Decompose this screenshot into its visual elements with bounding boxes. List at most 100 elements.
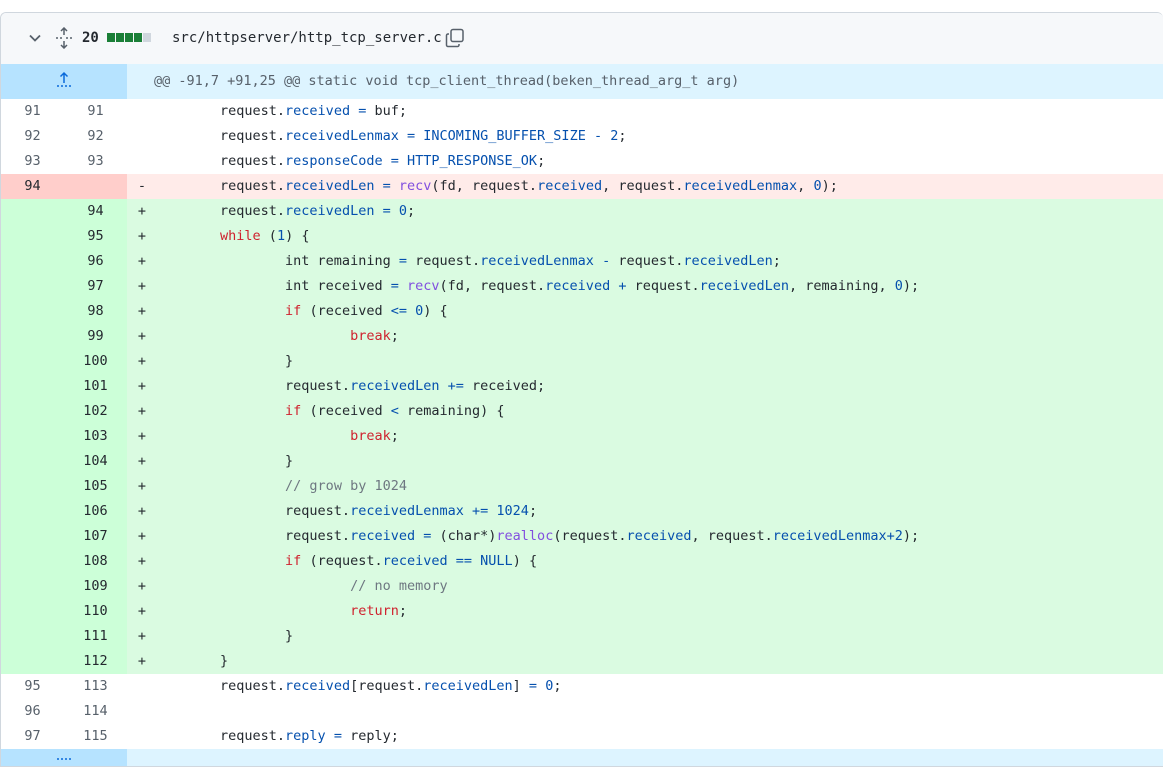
old-line-number[interactable] (1, 524, 64, 549)
old-line-number[interactable] (1, 199, 64, 224)
new-line-number[interactable]: 105 (64, 474, 127, 499)
added-line: 103 + break; (1, 424, 1163, 449)
old-line-number[interactable] (1, 224, 64, 249)
code-text: request.receivedLenmax = INCOMING_BUFFER… (155, 128, 627, 144)
old-line-number[interactable]: 97 (1, 724, 64, 749)
code-text: break; (350, 428, 399, 444)
added-line: 96 + int remaining = request.receivedLenm… (1, 249, 1163, 274)
expand-up-button[interactable] (1, 64, 127, 99)
new-line-number[interactable]: 99 (64, 324, 127, 349)
added-line: 107 + request.received = (char*)realloc(r… (1, 524, 1163, 549)
new-line-number[interactable]: 97 (64, 274, 127, 299)
code-text: request.receivedLenmax += 1024; (155, 503, 538, 519)
added-line: 111 + } (1, 624, 1163, 649)
added-line: 106 + request.receivedLenmax += 1024; (1, 499, 1163, 524)
new-line-number[interactable]: 92 (64, 124, 127, 149)
new-line-number[interactable]: 102 (64, 399, 127, 424)
new-line-number[interactable]: 113 (64, 674, 127, 699)
code-text: request.receivedLen = 0; (155, 203, 416, 219)
old-line-number[interactable] (1, 599, 64, 624)
diff-marker: + (137, 303, 147, 319)
new-line-number[interactable]: 103 (64, 424, 127, 449)
new-line-number[interactable] (64, 174, 127, 199)
new-line-number[interactable]: 98 (64, 299, 127, 324)
new-line-number[interactable]: 108 (64, 549, 127, 574)
old-line-number[interactable] (1, 649, 64, 674)
code-text: request.received = buf; (155, 103, 407, 119)
new-line-number[interactable]: 93 (64, 149, 127, 174)
code-text: if (received < remaining) { (285, 403, 505, 419)
code-text: request.receivedLen += received; (155, 378, 546, 394)
diff-marker: + (137, 603, 147, 619)
new-line-number[interactable]: 111 (64, 624, 127, 649)
chevron-down-icon[interactable] (28, 31, 42, 45)
diff-marker: + (137, 328, 147, 344)
new-line-number[interactable]: 110 (64, 599, 127, 624)
old-line-number[interactable]: 91 (1, 99, 64, 124)
old-line-number[interactable]: 92 (1, 124, 64, 149)
old-line-number[interactable]: 95 (1, 674, 64, 699)
old-line-number[interactable] (1, 474, 64, 499)
added-line: 109 + // no memory (1, 574, 1163, 599)
old-line-number[interactable] (1, 624, 64, 649)
code-text: break; (350, 328, 399, 344)
old-line-number[interactable] (1, 499, 64, 524)
diff-marker: + (137, 553, 147, 569)
added-line: 104 + } (1, 449, 1163, 474)
added-line: 101 + request.receivedLen += received; (1, 374, 1163, 399)
old-line-number[interactable]: 93 (1, 149, 64, 174)
diffstat-square (107, 33, 115, 42)
new-line-number[interactable]: 115 (64, 724, 127, 749)
code-text: if (received <= 0) { (285, 303, 448, 319)
old-line-number[interactable] (1, 299, 64, 324)
old-line-number[interactable] (1, 274, 64, 299)
expand-up-icon (57, 71, 71, 87)
old-line-number[interactable] (1, 424, 64, 449)
new-line-number[interactable]: 95 (64, 224, 127, 249)
diff-marker: + (137, 503, 147, 519)
diff-marker: + (137, 353, 147, 369)
diff-file: 20 src/httpserver/http_tcp_server.c @@ -… (0, 12, 1163, 767)
expand-down-button[interactable] (1, 749, 127, 766)
code-text: } (155, 653, 229, 669)
code-text: } (155, 453, 294, 469)
new-line-number[interactable]: 112 (64, 649, 127, 674)
old-line-number[interactable] (1, 349, 64, 374)
new-line-number[interactable]: 101 (64, 374, 127, 399)
file-path[interactable]: src/httpserver/http_tcp_server.c (172, 30, 442, 46)
added-line: 98 + if (received <= 0) { (1, 299, 1163, 324)
old-line-number[interactable]: 96 (1, 699, 64, 724)
expand-down-icon (57, 758, 71, 760)
new-line-number[interactable]: 107 (64, 524, 127, 549)
diffstat-square (143, 33, 151, 42)
diff-marker: + (137, 253, 147, 269)
copy-icon[interactable] (445, 28, 465, 48)
expand-all-icon[interactable] (55, 27, 73, 49)
diff-marker: + (137, 378, 147, 394)
old-line-number[interactable] (1, 574, 64, 599)
context-line: 96 114 (1, 699, 1163, 724)
new-line-number[interactable]: 104 (64, 449, 127, 474)
new-line-number[interactable]: 91 (64, 99, 127, 124)
hunk-header: @@ -91,7 +91,25 @@ static void tcp_clien… (1, 64, 1163, 99)
old-line-number[interactable]: 94 (1, 174, 64, 199)
new-line-number[interactable]: 100 (64, 349, 127, 374)
old-line-number[interactable] (1, 449, 64, 474)
new-line-number[interactable]: 96 (64, 249, 127, 274)
new-line-number[interactable]: 94 (64, 199, 127, 224)
new-line-number[interactable]: 109 (64, 574, 127, 599)
old-line-number[interactable] (1, 249, 64, 274)
diff-marker: + (137, 203, 147, 219)
added-line: 94 + request.receivedLen = 0; (1, 199, 1163, 224)
old-line-number[interactable] (1, 549, 64, 574)
new-line-number[interactable]: 106 (64, 499, 127, 524)
new-line-number[interactable]: 114 (64, 699, 127, 724)
added-line: 105 + // grow by 1024 (1, 474, 1163, 499)
code-text: // no memory (350, 578, 448, 594)
old-line-number[interactable] (1, 324, 64, 349)
code-text: request.reply = reply; (155, 728, 399, 744)
code-text: return; (350, 603, 407, 619)
old-line-number[interactable] (1, 399, 64, 424)
old-line-number[interactable] (1, 374, 64, 399)
context-line: 93 93 request.responseCode = HTTP_RESPONS… (1, 149, 1163, 174)
